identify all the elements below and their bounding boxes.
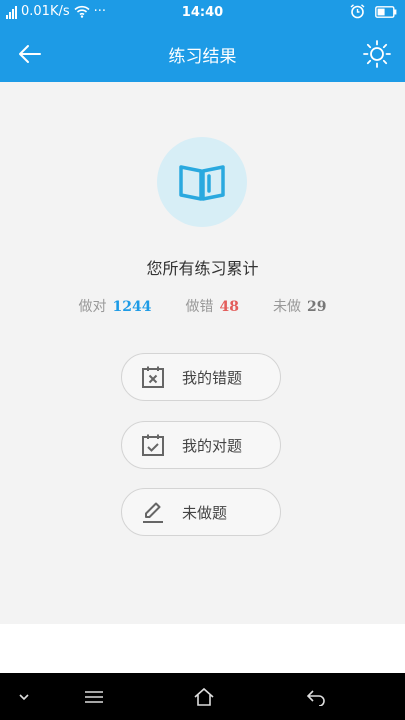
nav-back-button[interactable] — [302, 683, 330, 711]
stats-row: 做对 1244 做错 48 未做 29 — [0, 296, 405, 316]
page-title: 练习结果 — [168, 47, 237, 67]
brightness-button[interactable] — [361, 38, 393, 70]
undone-questions-button[interactable]: 未做题 — [121, 488, 281, 536]
calendar-check-icon — [140, 432, 166, 458]
book-badge — [157, 137, 247, 227]
result-content: 您所有练习累计 做对 1244 做错 48 未做 29 我的错题 我的对题 未做… — [0, 82, 405, 624]
correct-questions-button[interactable]: 我的对题 — [121, 421, 281, 469]
pencil-icon — [140, 499, 166, 525]
stat-wrong-label: 做错 — [185, 299, 214, 315]
nav-home-button[interactable] — [190, 683, 218, 711]
sun-icon — [363, 40, 391, 68]
stat-undone-value: 29 — [306, 299, 327, 315]
status-right — [350, 4, 397, 19]
stat-undone-label: 未做 — [272, 299, 301, 315]
home-icon — [194, 687, 214, 706]
stat-correct: 做对 1244 — [79, 296, 152, 316]
battery-icon — [375, 5, 397, 18]
system-nav-bar — [0, 673, 405, 720]
calendar-x-icon — [140, 364, 166, 390]
stat-wrong-value: 48 — [219, 299, 239, 315]
stat-wrong: 做错 48 — [186, 296, 239, 316]
menu-icon — [85, 691, 103, 703]
app-bar: 练习结果 — [0, 26, 405, 82]
stat-correct-value: 1244 — [112, 299, 152, 315]
status-bar: 0.01K/s ··· 14:40 — [0, 0, 405, 26]
stat-undone: 未做 29 — [273, 296, 326, 316]
summary-heading: 您所有练习累计 — [146, 259, 259, 278]
correct-questions-label: 我的对题 — [182, 436, 243, 455]
alarm-icon — [350, 4, 365, 19]
undone-questions-label: 未做题 — [182, 503, 228, 522]
back-arrow-icon — [306, 690, 325, 706]
stat-correct-label: 做对 — [78, 299, 107, 315]
wrong-questions-label: 我的错题 — [182, 368, 243, 387]
book-icon — [179, 165, 225, 201]
wrong-questions-button[interactable]: 我的错题 — [121, 353, 281, 401]
nav-collapse-button[interactable] — [10, 683, 38, 711]
nav-menu-button[interactable] — [80, 683, 108, 711]
status-time: 14:40 — [181, 5, 224, 20]
chevron-down-icon — [19, 694, 29, 701]
